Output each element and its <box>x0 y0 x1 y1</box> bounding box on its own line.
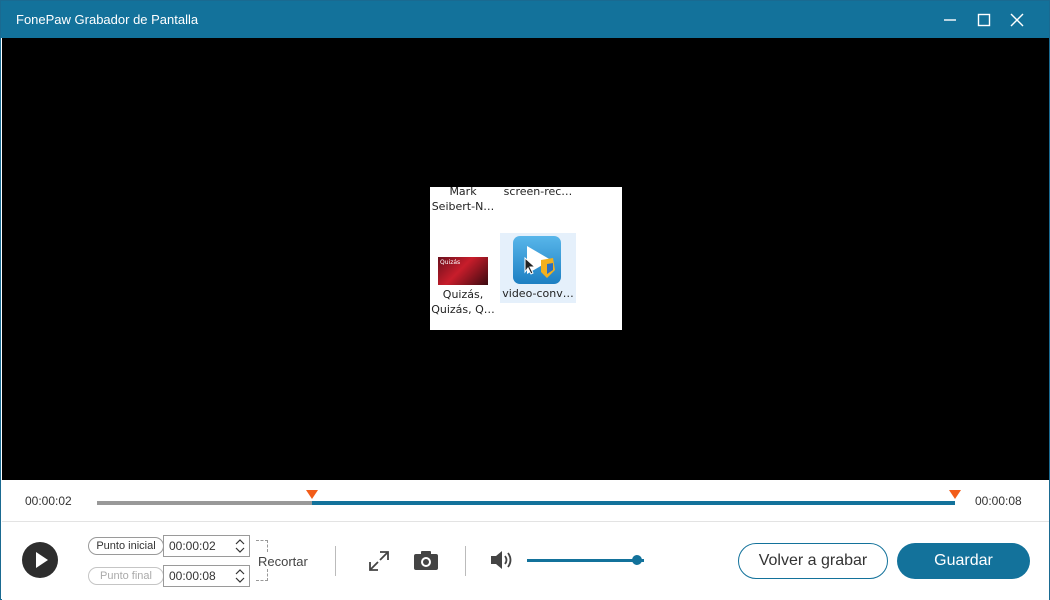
play-icon <box>36 552 48 568</box>
trim-bracket <box>256 569 268 581</box>
volume-icon[interactable] <box>489 548 515 572</box>
divider <box>335 546 336 576</box>
title-bar[interactable]: FonePaw Grabador de Pantalla <box>1 1 1049 38</box>
maximize-icon <box>977 13 991 27</box>
end-time-value: 00:00:08 <box>169 569 216 583</box>
video-preview[interactable]: Mark Seibert-N… screen-rec… Quizás Quizá… <box>2 38 1049 480</box>
maximize-button[interactable] <box>967 5 1001 35</box>
start-marker-handle[interactable] <box>305 490 318 499</box>
timeline-selection <box>311 501 955 505</box>
close-icon <box>1010 13 1024 27</box>
app-window: FonePaw Grabador de Pantalla Mark Seiber… <box>0 0 1050 600</box>
minimize-icon <box>944 19 956 21</box>
divider <box>465 546 466 576</box>
thumbnail-text: Quizás <box>440 259 461 266</box>
file-item: screen-rec… <box>500 187 576 199</box>
file-label: Quizás, Quizás, Q… <box>431 288 495 316</box>
volume-slider-handle[interactable] <box>631 555 642 565</box>
play-button[interactable] <box>22 542 58 578</box>
start-time-input[interactable]: 00:00:02 <box>163 535 250 557</box>
end-time-input[interactable]: 00:00:08 <box>163 565 250 587</box>
camera-icon[interactable] <box>413 549 439 571</box>
minimize-button[interactable] <box>933 5 967 35</box>
close-button[interactable] <box>1000 5 1034 35</box>
video-converter-app-icon <box>513 236 561 284</box>
total-time: 00:00:08 <box>975 494 1022 508</box>
recorded-frame: Mark Seibert-N… screen-rec… Quizás Quizá… <box>430 187 622 330</box>
timeline-track[interactable] <box>97 490 961 505</box>
start-time-value: 00:00:02 <box>169 539 216 553</box>
control-bar: Punto inicial 00:00:02 Punto final 00:00… <box>2 522 1049 600</box>
volume-slider[interactable] <box>527 555 644 565</box>
save-button[interactable]: Guardar <box>897 543 1030 579</box>
spinner-arrows-icon[interactable] <box>235 568 245 584</box>
rerecord-button[interactable]: Volver a grabar <box>738 543 888 579</box>
video-thumbnail: Quizás <box>438 257 488 285</box>
timeline: 00:00:02 00:00:08 <box>2 480 1049 522</box>
trim-button[interactable]: Recortar <box>258 554 308 569</box>
end-marker-handle[interactable] <box>949 490 961 499</box>
start-point-label[interactable]: Punto inicial <box>88 537 164 555</box>
file-item: Mark Seibert-N… <box>431 187 495 214</box>
trim-bracket <box>256 540 268 552</box>
end-point-label[interactable]: Punto final <box>88 567 164 585</box>
file-label: screen-rec… <box>503 187 573 198</box>
file-item-selected: video-conv… <box>500 233 576 303</box>
window-title: FonePaw Grabador de Pantalla <box>16 12 199 27</box>
file-label: video-conv… <box>502 287 574 300</box>
file-label: Mark Seibert-N… <box>431 187 495 213</box>
spinner-arrows-icon[interactable] <box>235 538 245 554</box>
current-time: 00:00:02 <box>25 494 72 508</box>
fullscreen-icon[interactable] <box>368 550 390 572</box>
